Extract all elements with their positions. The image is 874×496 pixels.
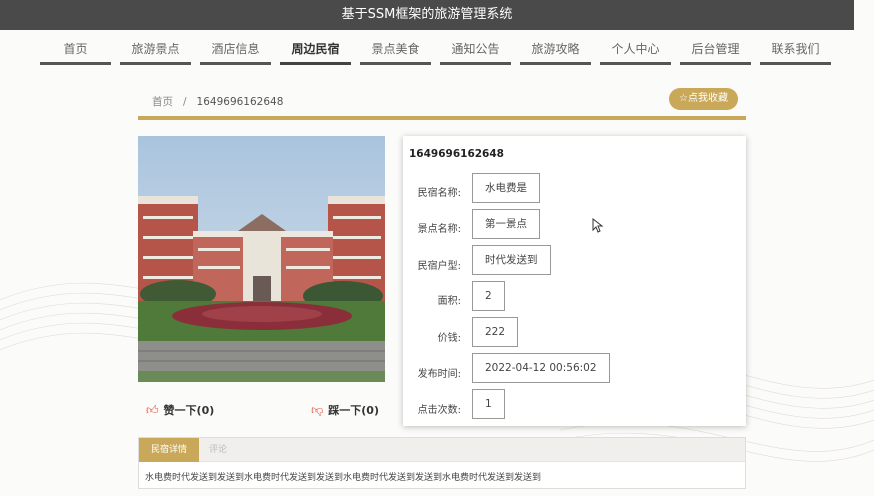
field-label-publish-time: 发布时间: bbox=[417, 369, 461, 380]
site-title: 基于SSM框架的旅游管理系统 bbox=[0, 0, 854, 30]
breadcrumb-bar: 首页 / 1649696162648 ☆点我收藏 bbox=[138, 88, 746, 120]
detail-text: 水电费时代发送到发送到水电费时代发送到发送到水电费时代发送到发送到水电费时代发送… bbox=[145, 473, 542, 483]
tab-comments[interactable]: 评论 bbox=[197, 438, 239, 462]
nav-item-attractions[interactable]: 旅游景点 bbox=[120, 38, 191, 65]
breadcrumb-home[interactable]: 首页 bbox=[152, 96, 173, 108]
detail-panel: 民宿详情 评论 水电费时代发送到发送到水电费时代发送到发送到水电费时代发送到发送… bbox=[138, 437, 746, 489]
like-label: 赞一下(0) bbox=[163, 404, 215, 417]
vote-row: 👍︎ 赞一下(0) 👎︎ 踩一下(0) bbox=[138, 398, 385, 422]
detail-tabs: 民宿详情 评论 bbox=[139, 438, 745, 462]
thumbs-down-icon: 👎︎ bbox=[311, 403, 324, 417]
field-value-room-type: 时代发送到 bbox=[472, 245, 551, 275]
field-label-attraction: 景点名称: bbox=[417, 224, 461, 235]
field-label-room-type: 民宿户型: bbox=[417, 261, 461, 272]
nav-item-food[interactable]: 景点美食 bbox=[360, 38, 431, 65]
breadcrumb-current: 1649696162648 bbox=[196, 96, 284, 108]
field-label-clicks: 点击次数: bbox=[417, 405, 461, 416]
nav-item-homestays[interactable]: 周边民宿 bbox=[280, 38, 351, 65]
nav-item-contact[interactable]: 联系我们 bbox=[760, 38, 831, 65]
field-value-name: 水电费是 bbox=[472, 173, 540, 203]
breadcrumb-separator: / bbox=[183, 96, 187, 108]
nav-item-profile[interactable]: 个人中心 bbox=[600, 38, 671, 65]
field-label-area: 面积: bbox=[437, 296, 461, 307]
nav-item-notices[interactable]: 通知公告 bbox=[440, 38, 511, 65]
tab-homestay-detail[interactable]: 民宿详情 bbox=[139, 438, 200, 462]
breadcrumb: 首页 / 1649696162648 bbox=[152, 94, 283, 109]
field-label-name: 民宿名称: bbox=[417, 188, 461, 199]
nav-item-admin[interactable]: 后台管理 bbox=[680, 38, 751, 65]
favorite-button[interactable]: ☆点我收藏 bbox=[669, 88, 738, 110]
field-value-publish-time: 2022-04-12 00:56:02 bbox=[472, 353, 610, 383]
field-value-area: 2 bbox=[472, 281, 505, 311]
homestay-photo bbox=[138, 136, 385, 382]
nav-item-hotels[interactable]: 酒店信息 bbox=[200, 38, 271, 65]
main-nav: 首页 旅游景点 酒店信息 周边民宿 景点美食 通知公告 旅游攻略 个人中心 后台… bbox=[40, 38, 840, 66]
field-value-attraction: 第一景点 bbox=[472, 209, 540, 239]
dislike-label: 踩一下(0) bbox=[328, 404, 379, 417]
like-button[interactable]: 👍︎ 赞一下(0) bbox=[146, 402, 214, 418]
thumbs-up-icon: 👍︎ bbox=[146, 403, 159, 417]
nav-item-home[interactable]: 首页 bbox=[40, 38, 111, 65]
mouse-pointer-icon bbox=[592, 218, 604, 233]
dislike-button[interactable]: 👎︎ 踩一下(0) bbox=[311, 402, 379, 418]
field-value-price: 222 bbox=[472, 317, 519, 347]
field-value-clicks: 1 bbox=[472, 389, 505, 419]
homestay-info-card: 1649696162648 民宿名称: 水电费是 景点名称: 第一景点 民宿户型… bbox=[403, 136, 746, 426]
info-title: 1649696162648 bbox=[409, 148, 504, 160]
field-label-price: 价钱: bbox=[437, 333, 461, 344]
nav-item-guides[interactable]: 旅游攻略 bbox=[520, 38, 591, 65]
